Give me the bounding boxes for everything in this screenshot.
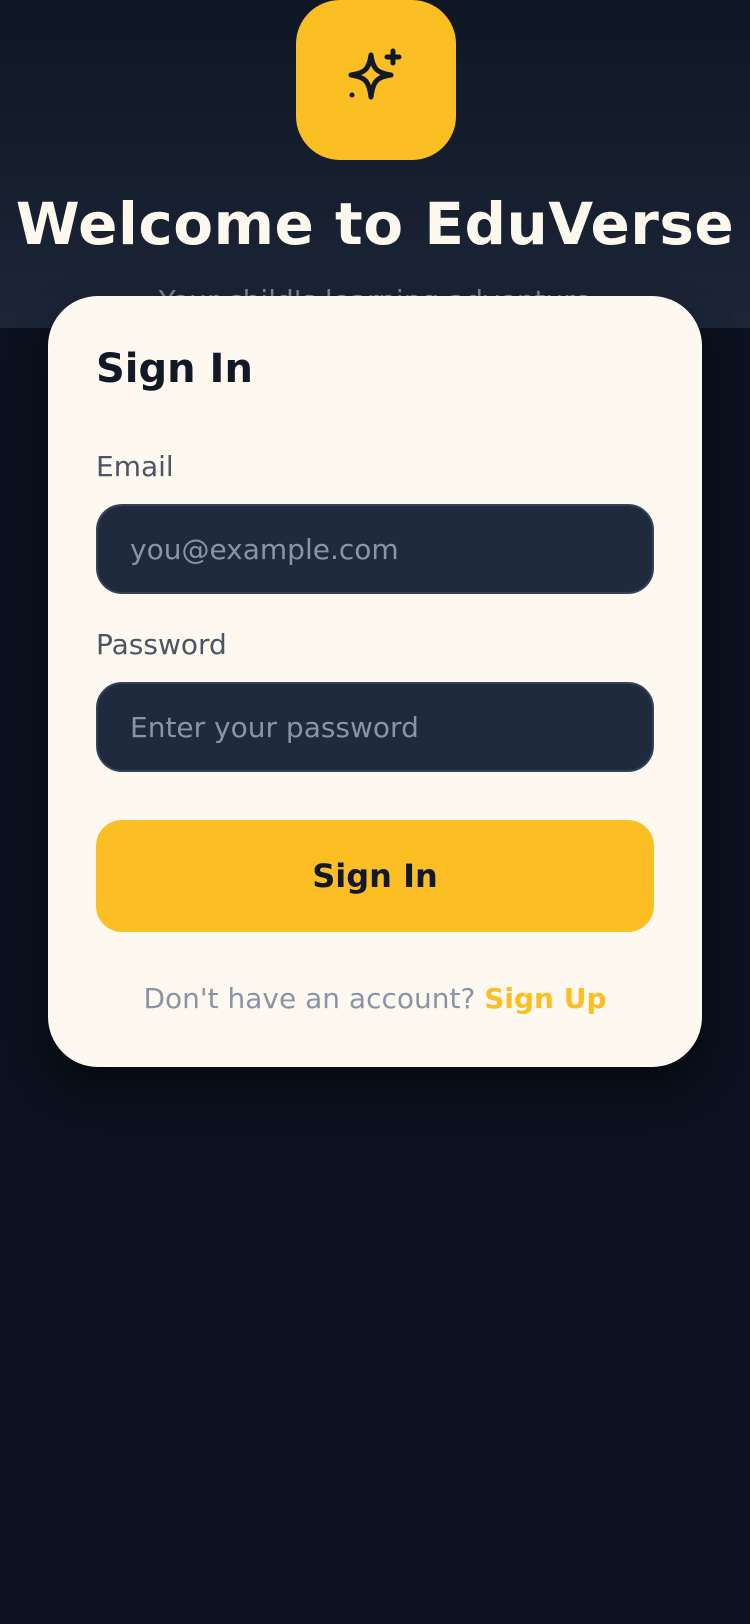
app-logo <box>296 0 456 160</box>
page-title: Welcome to EduVerse <box>15 190 735 258</box>
login-screen: Welcome to EduVerse Your child's learnin… <box>0 0 750 1624</box>
password-field[interactable] <box>96 682 654 772</box>
signup-prompt-text: Don't have an account? <box>143 982 476 1015</box>
email-label: Email <box>96 450 174 483</box>
sign-in-button[interactable]: Sign In <box>96 820 654 932</box>
email-field[interactable] <box>96 504 654 594</box>
sparkle-icon <box>348 48 402 100</box>
signup-prompt: Don't have an account? Sign Up <box>48 982 702 1015</box>
card-title: Sign In <box>96 346 253 392</box>
password-label: Password <box>96 628 227 661</box>
sign-up-link[interactable]: Sign Up <box>484 982 606 1015</box>
sign-in-card: Sign In Email Password Sign In Don't hav… <box>48 296 702 1067</box>
hero-header: Welcome to EduVerse Your child's learnin… <box>0 0 750 328</box>
